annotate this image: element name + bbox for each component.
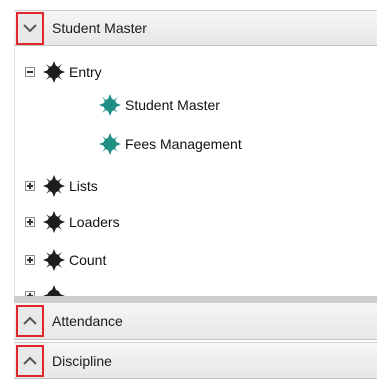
panel-title: Student Master xyxy=(52,20,147,36)
expand-icon[interactable] xyxy=(25,181,35,191)
panel-title: Discipline xyxy=(52,352,112,369)
tree-node-partial xyxy=(25,284,69,296)
panel-title: Attendance xyxy=(52,313,123,329)
expand-icon[interactable] xyxy=(25,255,35,265)
tree-label: Entry xyxy=(69,64,102,80)
expand-icon[interactable] xyxy=(25,217,35,227)
panel-header-attendance[interactable]: Attendance xyxy=(14,302,377,340)
collapse-icon[interactable] xyxy=(25,67,35,77)
tree-item-student-master[interactable]: Student Master xyxy=(99,93,220,117)
chevron-up-icon[interactable] xyxy=(16,344,44,377)
gear-item-icon xyxy=(99,94,121,116)
gear-folder-icon xyxy=(43,61,65,83)
tree-item-fees-management[interactable]: Fees Management xyxy=(99,132,242,156)
gear-folder-icon xyxy=(43,175,65,197)
tree-node-entry[interactable]: Entry xyxy=(25,60,102,84)
tree-node-count[interactable]: Count xyxy=(25,248,106,272)
tree-label: Student Master xyxy=(125,97,220,113)
panel-header-discipline[interactable]: Discipline xyxy=(14,342,377,379)
tree-label: Count xyxy=(69,252,107,268)
chevron-down-icon[interactable] xyxy=(16,11,44,45)
gear-item-icon xyxy=(99,133,121,155)
tree-node-lists[interactable]: Lists xyxy=(25,174,98,198)
tree-node-loaders[interactable]: Loaders xyxy=(25,210,120,234)
tree-label: Fees Management xyxy=(125,136,242,152)
gear-folder-icon xyxy=(43,285,65,296)
tree-label: Loaders xyxy=(69,214,120,230)
tree-label: Lists xyxy=(69,178,98,194)
chevron-up-icon[interactable] xyxy=(16,305,44,337)
gear-folder-icon xyxy=(43,211,65,233)
gear-folder-icon xyxy=(43,249,65,271)
navigation-tree: Entry Student Master Fees Management Lis… xyxy=(14,46,377,296)
panel-header-student-master[interactable]: Student Master xyxy=(14,10,377,46)
